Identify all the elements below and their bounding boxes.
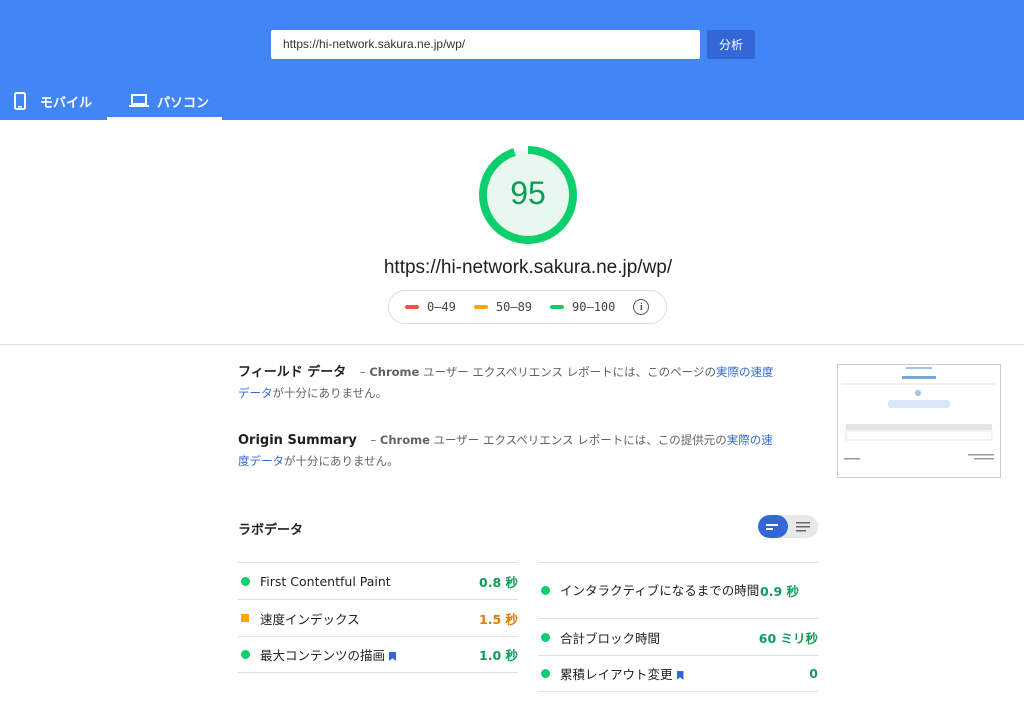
tab-mobile[interactable]: モバイル — [14, 82, 92, 120]
legend-swatch-good — [550, 305, 565, 309]
legend-item-poor: 0–49 — [405, 300, 456, 314]
metric-label: 合計ブロック時間 — [560, 630, 661, 646]
metric-value: 0.8 秒 — [479, 574, 518, 590]
metric-total-blocking-time[interactable]: 合計ブロック時間 60 ミリ秒 — [538, 618, 818, 655]
metric-value: 60 ミリ秒 — [758, 630, 818, 646]
tab-desktop-label: パソコン — [157, 95, 210, 111]
toggle-list-view-button[interactable] — [788, 515, 818, 538]
bar-list-icon — [766, 523, 778, 530]
metric-label: インタラクティブになるまでの時間 — [560, 583, 760, 598]
status-good-icon — [541, 632, 550, 642]
origin-summary-chrome: Chrome — [379, 433, 430, 447]
metric-label: 累積レイアウト変更 — [560, 667, 673, 682]
status-average-icon — [241, 614, 249, 622]
metric-label: 最大コンテンツの描画 — [260, 648, 386, 663]
origin-summary-tail: が十分にありません。 — [284, 454, 399, 468]
origin-summary-dash: – — [366, 433, 380, 447]
header-bar: https://hi-network.sakura.ne.jp/wp/ 分析 モ… — [0, 0, 1024, 120]
status-good-icon — [541, 586, 550, 595]
metric-value: 0.9 秒 — [760, 584, 799, 599]
metric-label-wrap: 累積レイアウト変更 — [560, 664, 809, 683]
field-data-section: フィールド データ – Chrome ユーザー エクスペリエンス レポートには、… — [238, 362, 778, 404]
analyzed-url: https://hi-network.sakura.ne.jp/wp/ — [383, 257, 673, 278]
metrics-right-column: インタラクティブになるまでの時間 0.9 秒 合計ブロック時間 60 ミリ秒 累… — [538, 562, 818, 692]
metric-value: 1.5 秒 — [479, 611, 518, 627]
metric-label-wrap: 最大コンテンツの描画 — [260, 645, 479, 664]
metric-largest-contentful-paint[interactable]: 最大コンテンツの描画 1.0 秒 — [238, 636, 518, 673]
analyze-button[interactable]: 分析 — [707, 30, 755, 59]
active-tab-indicator — [107, 117, 222, 120]
origin-summary-section: Origin Summary – Chrome ユーザー エクスペリエンス レポ… — [238, 430, 778, 472]
section-divider — [0, 344, 1024, 345]
legend-label-poor: 0–49 — [427, 300, 456, 314]
url-input[interactable]: https://hi-network.sakura.ne.jp/wp/ — [271, 30, 700, 59]
tab-mobile-label: モバイル — [40, 95, 93, 111]
metric-speed-index[interactable]: 速度インデックス 1.5 秒 — [238, 599, 518, 636]
legend-item-average: 50–89 — [473, 300, 533, 314]
status-good-icon — [241, 576, 250, 586]
mobile-phone-icon — [14, 92, 26, 110]
metric-value: 0 — [809, 666, 818, 681]
score-legend: 0–49 50–89 90–100 i — [388, 290, 667, 324]
field-data-dash: – — [356, 365, 370, 379]
laptop-icon — [129, 94, 149, 107]
legend-item-good: 90–100 — [550, 300, 615, 314]
metric-label: 速度インデックス — [260, 611, 360, 627]
metric-cumulative-layout-shift[interactable]: 累積レイアウト変更 0 — [538, 655, 818, 692]
core-web-vital-flag-icon — [676, 671, 684, 680]
legend-label-average: 50–89 — [495, 300, 533, 314]
origin-summary-text: ユーザー エクスペリエンス レポートには、この提供元の — [429, 433, 727, 447]
legend-swatch-poor — [405, 305, 419, 309]
field-data-text: ユーザー エクスペリエンス レポートには、このページの — [419, 365, 716, 379]
origin-summary-title: Origin Summary — [238, 433, 357, 448]
metrics-left-column: First Contentful Paint 0.8 秒 速度インデックス 1.… — [238, 562, 518, 673]
field-data-chrome: Chrome — [369, 365, 420, 379]
status-good-icon — [541, 669, 550, 678]
metric-time-to-interactive[interactable]: インタラクティブになるまでの時間 0.9 秒 — [538, 562, 818, 618]
metric-first-contentful-paint[interactable]: First Contentful Paint 0.8 秒 — [238, 562, 518, 599]
metric-label: First Contentful Paint — [260, 573, 391, 589]
legend-swatch-average — [473, 305, 488, 309]
metric-value: 1.0 秒 — [479, 648, 518, 663]
status-good-icon — [241, 650, 250, 659]
tab-desktop[interactable]: パソコン — [107, 82, 222, 120]
info-icon[interactable]: i — [633, 299, 650, 315]
view-toggle[interactable] — [758, 515, 818, 538]
thumbnail-image — [842, 367, 996, 460]
text-list-icon — [796, 521, 810, 531]
field-data-tail: が十分にありません。 — [272, 386, 388, 400]
core-web-vital-flag-icon — [389, 652, 397, 661]
legend-label-good: 90–100 — [572, 300, 616, 314]
lab-data-title: ラボデータ — [238, 523, 304, 538]
field-data-title: フィールド データ — [238, 365, 347, 380]
performance-score: 95 — [510, 175, 546, 211]
page-screenshot-thumbnail — [837, 364, 1001, 478]
toggle-bar-view-button[interactable] — [758, 515, 788, 538]
